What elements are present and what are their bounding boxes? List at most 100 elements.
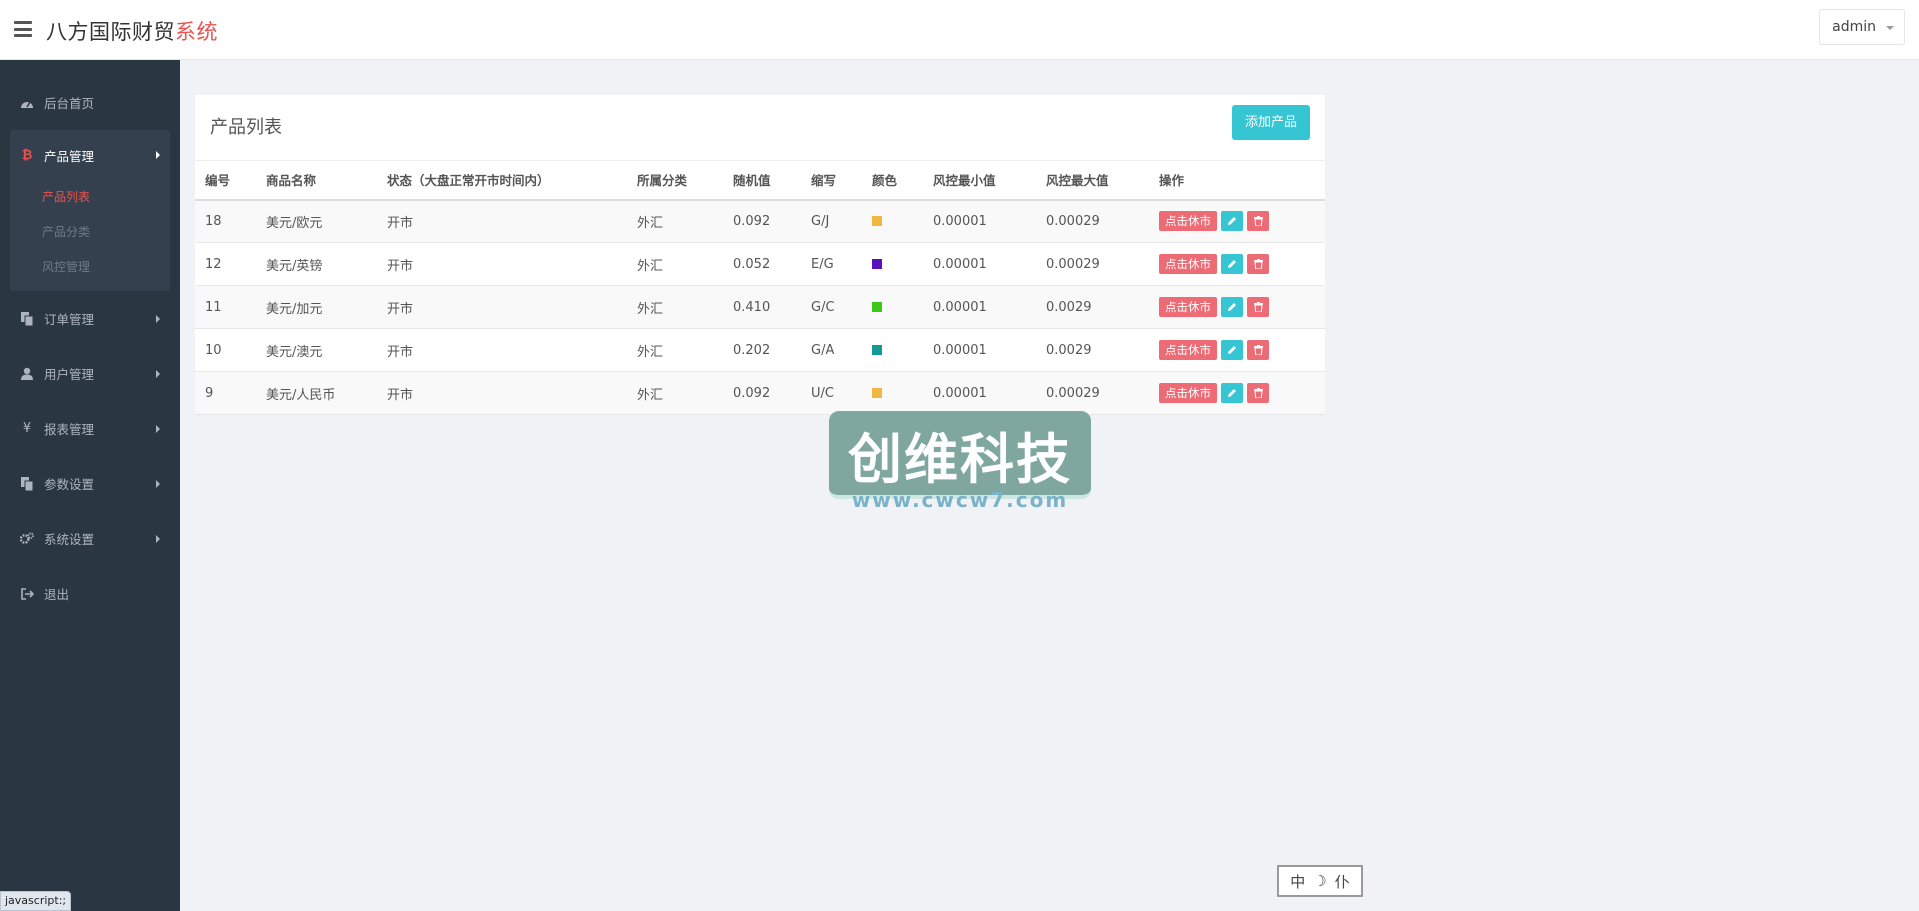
sidebar-subitem-product-category[interactable]: 产品分类: [10, 215, 170, 250]
close-market-button[interactable]: 点击休市: [1159, 211, 1217, 232]
cell-name: 美元/加元: [256, 285, 377, 329]
trash-icon: [1253, 302, 1263, 312]
sidebar-item-logout[interactable]: 退出: [0, 566, 180, 621]
close-market-button[interactable]: 点击休市: [1159, 340, 1217, 360]
cell-random: 0.092: [723, 199, 801, 243]
ime-toolbar[interactable]: 中 ☽ 仆: [1277, 865, 1363, 897]
cell-name: 美元/人民币: [256, 371, 377, 415]
edit-button[interactable]: [1221, 383, 1243, 403]
color-swatch: [872, 345, 882, 355]
cell-actions: 点击休市: [1149, 199, 1325, 243]
edit-button[interactable]: [1221, 211, 1243, 232]
sidebar-item-products[interactable]: ₿ 产品管理: [10, 130, 170, 180]
files-icon: [20, 311, 34, 326]
sidebar-group-products: ₿ 产品管理 产品列表 产品分类 风控管理: [10, 130, 170, 291]
column-header: 颜色: [862, 160, 923, 201]
top-bar: 八方国际财贸系统 admin: [0, 0, 1919, 60]
cell-id: 11: [195, 285, 256, 329]
delete-button[interactable]: [1247, 254, 1269, 274]
cell-category: 外汇: [627, 285, 723, 329]
color-swatch: [872, 302, 882, 312]
watermark-url: www.cwcw7.com: [851, 488, 1069, 512]
cell-actions: 点击休市: [1149, 328, 1325, 372]
column-header: 所属分类: [627, 160, 723, 201]
sidebar-item-system-settings[interactable]: 系统设置: [0, 511, 180, 566]
cell-status: 开市: [377, 242, 627, 286]
sidebar-subitem-product-list[interactable]: 产品列表: [10, 180, 170, 215]
sidebar-item-reports[interactable]: ¥ 报表管理: [0, 401, 180, 456]
edit-button[interactable]: [1221, 340, 1243, 360]
ime-language: 中: [1290, 872, 1306, 891]
add-product-button[interactable]: 添加产品: [1231, 105, 1310, 140]
table-row: 18 美元/欧元 开市 外汇 0.092 G/J 0.00001 0.00029…: [195, 199, 1325, 243]
panel-title: 产品列表: [210, 117, 282, 138]
trash-icon: [1253, 259, 1263, 269]
chevron-right-icon: [156, 535, 160, 543]
cell-risk-max: 0.00029: [1036, 371, 1149, 415]
cell-random: 0.092: [723, 371, 801, 415]
cell-id: 18: [195, 199, 256, 243]
color-swatch: [872, 388, 882, 398]
trash-icon: [1253, 345, 1263, 355]
cell-name: 美元/澳元: [256, 328, 377, 372]
user-icon: [20, 367, 34, 381]
cell-risk-max: 0.0029: [1036, 285, 1149, 329]
delete-button[interactable]: [1247, 383, 1269, 403]
watermark-title: 创维科技: [848, 428, 1072, 491]
user-menu-button[interactable]: admin: [1819, 9, 1905, 45]
chevron-right-icon: [156, 151, 160, 159]
table-row: 11 美元/加元 开市 外汇 0.410 G/C 0.00001 0.0029 …: [195, 285, 1325, 329]
cell-category: 外汇: [627, 199, 723, 243]
yen-icon: ¥: [22, 421, 32, 436]
cell-random: 0.202: [723, 328, 801, 372]
cell-risk-min: 0.00001: [923, 242, 1036, 286]
pencil-icon: [1228, 389, 1236, 397]
cell-status: 开市: [377, 371, 627, 415]
close-market-button[interactable]: 点击休市: [1159, 297, 1217, 317]
cell-actions: 点击休市: [1149, 371, 1325, 415]
cell-risk-max: 0.00029: [1036, 242, 1149, 286]
pencil-icon: [1228, 346, 1236, 354]
table-row: 9 美元/人民币 开市 外汇 0.092 U/C 0.00001 0.00029…: [195, 371, 1325, 415]
cell-category: 外汇: [627, 371, 723, 415]
caret-down-icon: [1886, 26, 1894, 30]
trash-icon: [1253, 216, 1263, 227]
column-header: 操作: [1149, 160, 1325, 201]
cell-risk-min: 0.00001: [923, 285, 1036, 329]
edit-button[interactable]: [1221, 254, 1243, 274]
cell-color: [862, 328, 923, 372]
color-swatch: [872, 216, 882, 227]
cell-status: 开市: [377, 285, 627, 329]
menu-toggle-icon[interactable]: [14, 21, 32, 37]
product-table: 编号 商品名称 状态（大盘正常开市时间内） 所属分类 随机值 缩写 颜色 风控最…: [195, 160, 1325, 415]
sidebar: 后台首页 ₿ 产品管理 产品列表 产品分类 风控管理 订单管理 用户管理 ¥ 报…: [0, 60, 180, 911]
cell-risk-min: 0.00001: [923, 371, 1036, 415]
column-header: 编号: [195, 160, 256, 201]
ime-mode: 仆: [1334, 872, 1350, 891]
bitcoin-icon: ₿: [21, 148, 33, 163]
column-header: 风控最大值: [1036, 160, 1149, 201]
edit-button[interactable]: [1221, 297, 1243, 317]
cell-actions: 点击休市: [1149, 242, 1325, 286]
column-header: 缩写: [801, 160, 862, 201]
cell-category: 外汇: [627, 328, 723, 372]
dashboard-icon: [20, 96, 34, 110]
cell-category: 外汇: [627, 242, 723, 286]
cell-actions: 点击休市: [1149, 285, 1325, 329]
sidebar-item-dashboard[interactable]: 后台首页: [0, 75, 180, 130]
table-row: 10 美元/澳元 开市 外汇 0.202 G/A 0.00001 0.0029 …: [195, 328, 1325, 372]
cell-random: 0.410: [723, 285, 801, 329]
delete-button[interactable]: [1247, 297, 1269, 317]
sidebar-subitem-risk-control[interactable]: 风控管理: [10, 250, 170, 285]
cell-abbr: G/J: [801, 199, 862, 243]
sidebar-item-users[interactable]: 用户管理: [0, 346, 180, 401]
chevron-right-icon: [156, 370, 160, 378]
sidebar-item-parameters[interactable]: 参数设置: [0, 456, 180, 511]
sidebar-item-orders[interactable]: 订单管理: [0, 291, 180, 346]
delete-button[interactable]: [1247, 340, 1269, 360]
signout-icon: [20, 587, 34, 601]
watermark-logo: 创维科技 www.cwcw7.com: [829, 411, 1091, 512]
close-market-button[interactable]: 点击休市: [1159, 254, 1217, 274]
close-market-button[interactable]: 点击休市: [1159, 383, 1217, 403]
delete-button[interactable]: [1247, 211, 1269, 232]
